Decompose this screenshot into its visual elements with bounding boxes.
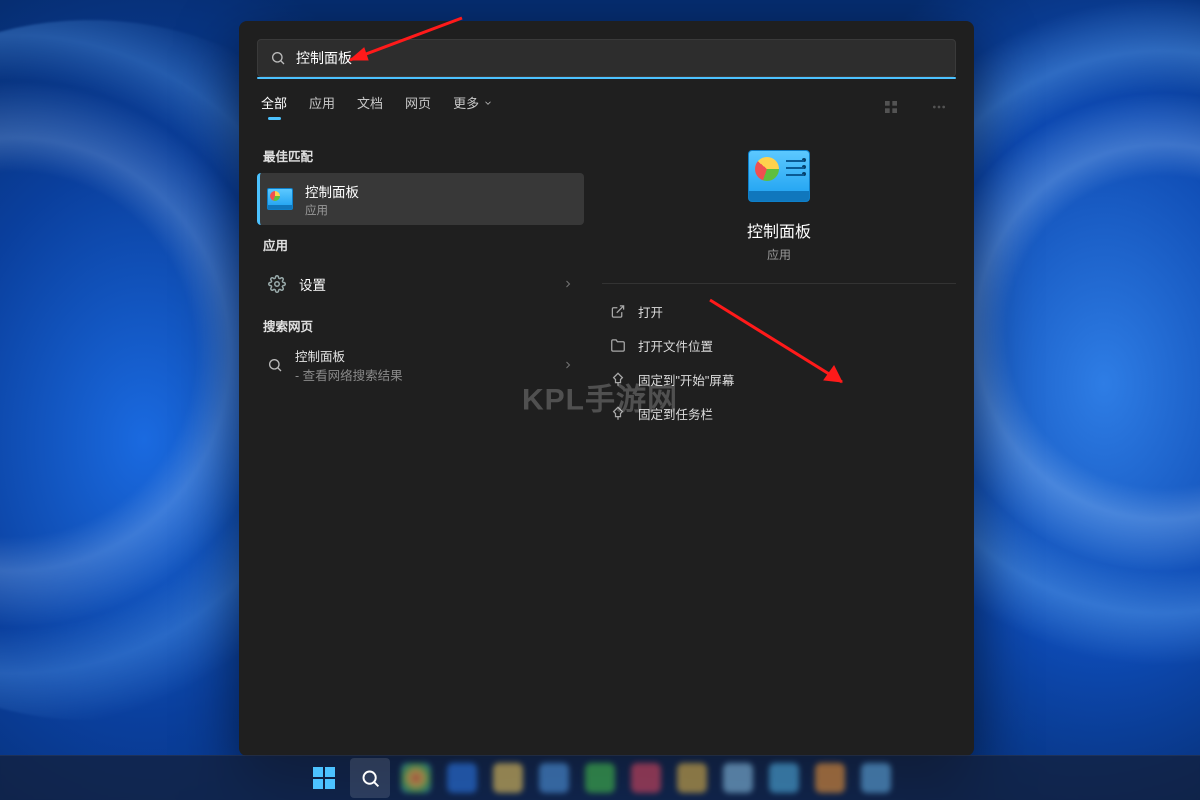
detail-subtitle: 应用 — [767, 246, 791, 263]
result-settings[interactable]: 设置 — [257, 262, 584, 306]
gear-icon — [267, 274, 287, 294]
section-best-match: 最佳匹配 — [257, 136, 584, 173]
detail-column: 控制面板 应用 打开 打开文件位置 固定到"开始"屏幕 固定到任务 — [584, 126, 974, 745]
search-input[interactable] — [286, 50, 943, 66]
folder-icon — [610, 338, 626, 353]
filter-more-label: 更多 — [453, 93, 479, 112]
result-web-search[interactable]: 控制面板 - 查看网络搜索结果 — [257, 343, 584, 387]
action-open-location[interactable]: 打开文件位置 — [602, 328, 956, 362]
section-apps: 应用 — [257, 225, 584, 262]
account-button[interactable] — [878, 94, 904, 120]
search-icon — [267, 357, 283, 373]
result-title: 设置 — [299, 274, 326, 294]
ellipsis-icon — [931, 99, 947, 115]
detail-title: 控制面板 — [747, 218, 811, 242]
action-pin-taskbar[interactable]: 固定到任务栏 — [602, 396, 956, 430]
search-box[interactable] — [257, 39, 956, 77]
filter-all[interactable]: 全部 — [261, 93, 287, 120]
control-panel-icon-large — [748, 150, 810, 202]
taskbar-app[interactable] — [580, 758, 620, 798]
action-label: 固定到任务栏 — [638, 404, 713, 423]
taskbar-app[interactable] — [672, 758, 712, 798]
action-label: 打开文件位置 — [638, 336, 713, 355]
action-pin-start[interactable]: 固定到"开始"屏幕 — [602, 362, 956, 396]
filter-more[interactable]: 更多 — [453, 93, 493, 120]
results-column: 最佳匹配 控制面板 应用 应用 设置 搜索网页 控制面板 - 查看网络搜索结果 — [239, 126, 584, 745]
taskbar-app[interactable] — [442, 758, 482, 798]
open-icon — [610, 304, 626, 319]
grid-icon — [883, 99, 899, 115]
taskbar-app[interactable] — [856, 758, 896, 798]
taskbar-search-button[interactable] — [350, 758, 390, 798]
taskbar-app[interactable] — [396, 758, 436, 798]
filter-apps[interactable]: 应用 — [309, 93, 335, 120]
filter-web[interactable]: 网页 — [405, 93, 431, 120]
divider — [602, 283, 956, 284]
action-open[interactable]: 打开 — [602, 294, 956, 328]
pin-icon — [610, 372, 626, 387]
taskbar-app[interactable] — [810, 758, 850, 798]
chevron-down-icon — [483, 98, 493, 108]
result-title: 控制面板 — [305, 181, 359, 201]
search-icon — [270, 50, 286, 66]
taskbar — [0, 755, 1200, 800]
taskbar-app[interactable] — [488, 758, 528, 798]
control-panel-icon — [267, 188, 293, 210]
result-subtitle: 应用 — [305, 202, 359, 218]
chevron-right-icon — [562, 278, 574, 290]
taskbar-app[interactable] — [626, 758, 666, 798]
filter-docs[interactable]: 文档 — [357, 93, 383, 120]
more-options-button[interactable] — [926, 94, 952, 120]
taskbar-app[interactable] — [534, 758, 574, 798]
web-term: 控制面板 — [295, 346, 403, 365]
start-search-panel: 全部 应用 文档 网页 更多 最佳匹配 控制面板 应用 应用 — [239, 21, 974, 756]
pin-icon — [610, 406, 626, 421]
search-icon — [360, 768, 381, 789]
taskbar-app[interactable] — [764, 758, 804, 798]
section-web: 搜索网页 — [257, 306, 584, 343]
chevron-right-icon — [562, 359, 574, 371]
taskbar-app[interactable] — [718, 758, 758, 798]
filter-tabs: 全部 应用 文档 网页 更多 — [239, 79, 974, 126]
web-suffix: - 查看网络搜索结果 — [295, 365, 403, 384]
result-control-panel[interactable]: 控制面板 应用 — [257, 173, 584, 225]
action-label: 打开 — [638, 302, 663, 321]
action-label: 固定到"开始"屏幕 — [638, 370, 734, 389]
start-button[interactable] — [304, 758, 344, 798]
